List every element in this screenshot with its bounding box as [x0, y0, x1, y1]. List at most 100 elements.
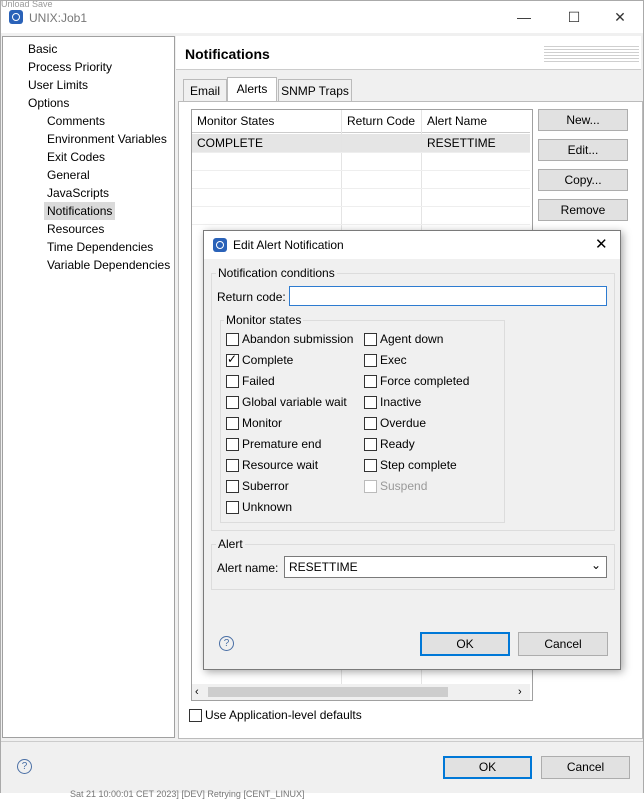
checkbox-premature-end[interactable]	[226, 438, 239, 451]
nav-item-variable-dependencies[interactable]: Variable Dependencies	[44, 256, 173, 274]
nav-item-comments[interactable]: Comments	[44, 112, 108, 130]
tab-snmp-traps[interactable]: SNMP Traps	[278, 79, 352, 102]
remove-button[interactable]: Remove	[538, 199, 628, 221]
minimize-icon[interactable]: —	[509, 7, 539, 27]
ok-button[interactable]: OK	[443, 756, 532, 779]
app-icon	[213, 238, 227, 252]
checkbox-label-ready: Ready	[380, 437, 415, 451]
nav-item-notifications[interactable]: Notifications	[44, 202, 116, 220]
alert-group-label: Alert	[216, 537, 245, 551]
checkbox-label-exec: Exec	[380, 353, 407, 367]
new-button[interactable]: New...	[538, 109, 628, 131]
background-menu-strip: Unload Save	[1, 1, 53, 9]
checkbox-force-completed[interactable]	[364, 375, 377, 388]
notification-conditions-label: Notification conditions	[216, 266, 337, 280]
scrollbar-thumb[interactable]	[208, 687, 448, 697]
nav-item-options[interactable]: Options	[25, 94, 72, 112]
row-divider	[192, 188, 530, 189]
chevron-down-icon: ⌄	[590, 558, 601, 572]
alert-name-select[interactable]: RESETTIME ⌄	[284, 556, 607, 578]
tab-email[interactable]: Email	[183, 79, 227, 102]
dialog-cancel-button[interactable]: Cancel	[518, 632, 608, 656]
dialog-close-icon[interactable]: ✕	[595, 235, 608, 253]
close-icon[interactable]: ✕	[605, 7, 635, 27]
checkbox-label-suberror: Suberror	[242, 479, 289, 493]
use-defaults-label: Use Application-level defaults	[205, 708, 362, 722]
row-divider	[192, 152, 530, 153]
checkbox-label-premature-end: Premature end	[242, 437, 322, 451]
background-log-text: Sat 21 10:00:01 CET 2023] [DEV] Retrying…	[70, 789, 305, 799]
scroll-right-icon[interactable]: ›	[518, 684, 522, 700]
return-code-input[interactable]	[289, 286, 607, 306]
dialog-ok-button[interactable]: OK	[420, 632, 510, 656]
checkbox-label-agent-down: Agent down	[380, 332, 444, 346]
checkbox-agent-down[interactable]	[364, 333, 377, 346]
footer-bar: ? OK Cancel	[1, 741, 643, 793]
help-icon[interactable]: ?	[219, 636, 234, 651]
checkbox-label-overdue: Overdue	[380, 416, 427, 430]
row-divider	[192, 170, 530, 171]
checkmark-icon: ✓	[227, 352, 238, 366]
help-icon[interactable]: ?	[17, 759, 32, 774]
checkbox-monitor[interactable]	[226, 417, 239, 430]
dialog-title: Edit Alert Notification	[233, 238, 344, 252]
title-bar: Unload Save UNIX:Job1 — ☐ ✕	[1, 1, 643, 33]
tab-label: SNMP Traps	[281, 84, 349, 98]
nav-item-environment-variables[interactable]: Environment Variables	[44, 130, 170, 148]
use-defaults-checkbox[interactable]	[189, 709, 202, 722]
checkbox-complete[interactable]: ✓	[226, 352, 239, 367]
alert-name-value: RESETTIME	[289, 560, 358, 574]
checkbox-unknown[interactable]	[226, 501, 239, 514]
copy-button[interactable]: Copy...	[538, 169, 628, 191]
checkbox-suberror[interactable]	[226, 480, 239, 493]
cell-return-code	[342, 134, 422, 152]
checkbox-ready[interactable]	[364, 438, 377, 451]
horizontal-scrollbar[interactable]: ‹ ›	[192, 684, 530, 700]
checkbox-step-complete[interactable]	[364, 459, 377, 472]
checkbox-label-step-complete: Step complete	[380, 458, 457, 472]
dialog-title-bar: Edit Alert Notification ✕	[204, 231, 620, 259]
column-header-monitor-states[interactable]: Monitor States	[192, 110, 342, 132]
alert-name-label: Alert name:	[217, 561, 279, 575]
cancel-button[interactable]: Cancel	[541, 756, 630, 779]
checkbox-label-monitor: Monitor	[242, 416, 283, 430]
nav-item-time-dependencies[interactable]: Time Dependencies	[44, 238, 156, 256]
edit-button[interactable]: Edit...	[538, 139, 628, 161]
checkbox-label-failed: Failed	[242, 374, 275, 388]
tab-label: Alerts	[236, 82, 268, 96]
row-divider	[192, 206, 530, 207]
checkbox-label-complete: Complete	[242, 353, 294, 367]
nav-item-general[interactable]: General	[44, 166, 93, 184]
checkbox-global-variable-wait[interactable]	[226, 396, 239, 409]
monitor-states-label: Monitor states	[224, 313, 304, 327]
checkbox-exec[interactable]	[364, 354, 377, 367]
table-row[interactable]: COMPLETE RESETTIME	[192, 134, 530, 152]
checkbox-overdue[interactable]	[364, 417, 377, 430]
checkbox-abandon-submission[interactable]	[226, 333, 239, 346]
maximize-icon[interactable]: ☐	[559, 7, 589, 27]
checkbox-label-force-completed: Force completed	[380, 374, 470, 388]
header-divider	[192, 132, 530, 133]
header-decoration	[544, 44, 639, 62]
cell-alert-name: RESETTIME	[427, 136, 496, 150]
nav-item-process-priority[interactable]: Process Priority	[25, 58, 115, 76]
checkbox-label-unknown: Unknown	[242, 500, 293, 514]
nav-item-exit-codes[interactable]: Exit Codes	[44, 148, 108, 166]
page-header: Notifications	[176, 36, 641, 70]
column-header-return-code[interactable]: Return Code	[342, 110, 422, 132]
column-header-alert-name[interactable]: Alert Name	[422, 110, 530, 132]
nav-item-javascripts[interactable]: JavaScripts	[44, 184, 112, 202]
nav-item-user-limits[interactable]: User Limits	[25, 76, 91, 94]
checkbox-label-inactive: Inactive	[380, 395, 422, 409]
nav-item-resources[interactable]: Resources	[44, 220, 107, 238]
options-nav-tree: Basic Process Priority User Limits Options C…	[2, 36, 175, 738]
tab-alerts[interactable]: Alerts	[227, 77, 277, 102]
checkbox-resource-wait[interactable]	[226, 459, 239, 472]
nav-item-basic[interactable]: Basic	[25, 40, 60, 58]
page-title: Notifications	[185, 46, 270, 62]
checkbox-failed[interactable]	[226, 375, 239, 388]
scroll-left-icon[interactable]: ‹	[195, 684, 199, 700]
checkbox-inactive[interactable]	[364, 396, 377, 409]
cell-monitor-states: COMPLETE	[197, 136, 264, 150]
checkbox-suspend	[364, 480, 377, 493]
